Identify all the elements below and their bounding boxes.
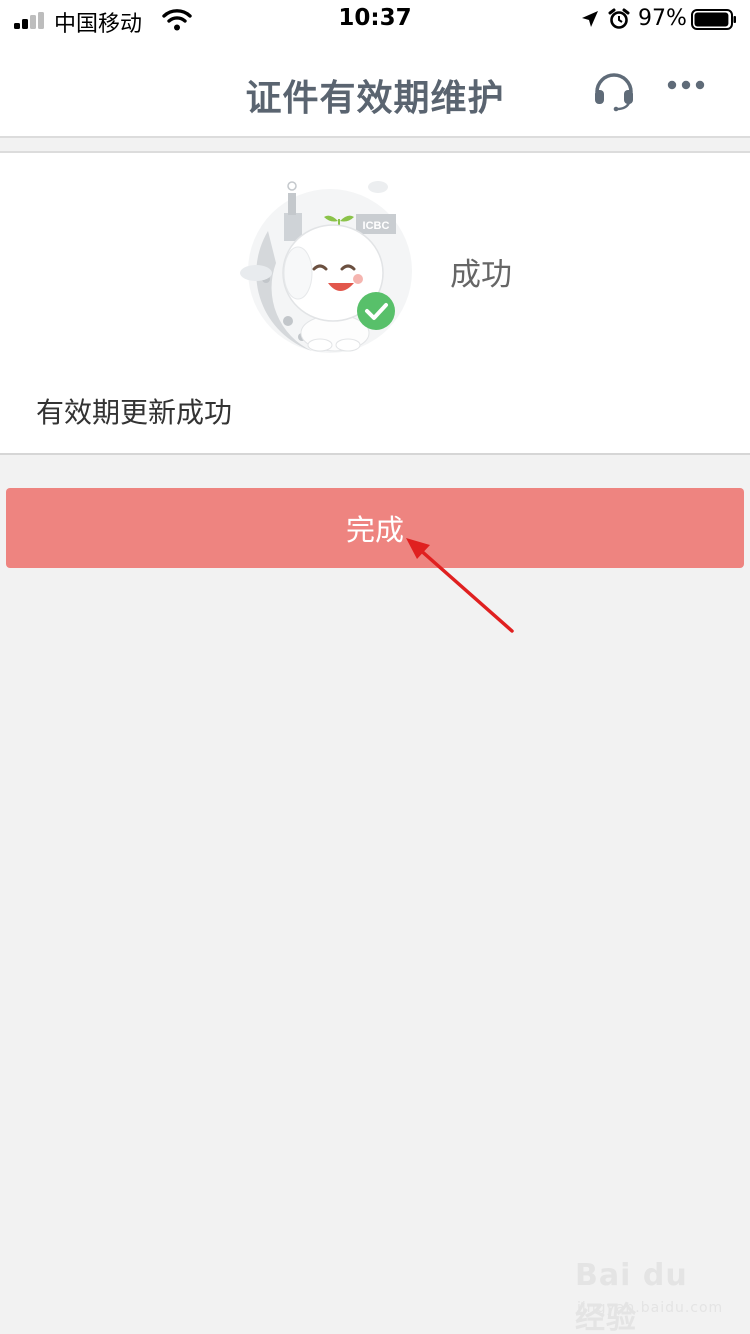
watermark-sub: jingyan.baidu.com xyxy=(577,1300,724,1316)
annotation-arrow xyxy=(406,538,514,633)
battery-icon xyxy=(691,9,736,30)
location-icon xyxy=(582,11,598,27)
status-label: 成功 xyxy=(450,257,512,293)
more-icon[interactable] xyxy=(664,68,708,102)
alarm-icon xyxy=(608,8,630,29)
mascot-badge-text: ICBC xyxy=(363,220,390,232)
headset-icon[interactable] xyxy=(592,68,636,112)
result-message: 有效期更新成功 xyxy=(36,396,233,429)
nav-bar: 证件有效期维护 xyxy=(0,40,750,138)
watermark-main: Bai du 经验 xyxy=(575,1258,688,1334)
battery-percent: 97% xyxy=(638,6,687,31)
check-badge xyxy=(357,292,395,330)
page-title: 证件有效期维护 xyxy=(245,78,505,119)
result-card: ICBC 成功 有效期更新成功 xyxy=(0,151,750,455)
mascot-illustration: ICBC xyxy=(240,181,412,353)
done-button[interactable]: 完成 xyxy=(6,488,744,568)
status-bar: 中国移动 10:37 97% xyxy=(0,0,750,40)
baidu-watermark: Bai du 经验 jingyan.baidu.com xyxy=(575,1258,722,1334)
